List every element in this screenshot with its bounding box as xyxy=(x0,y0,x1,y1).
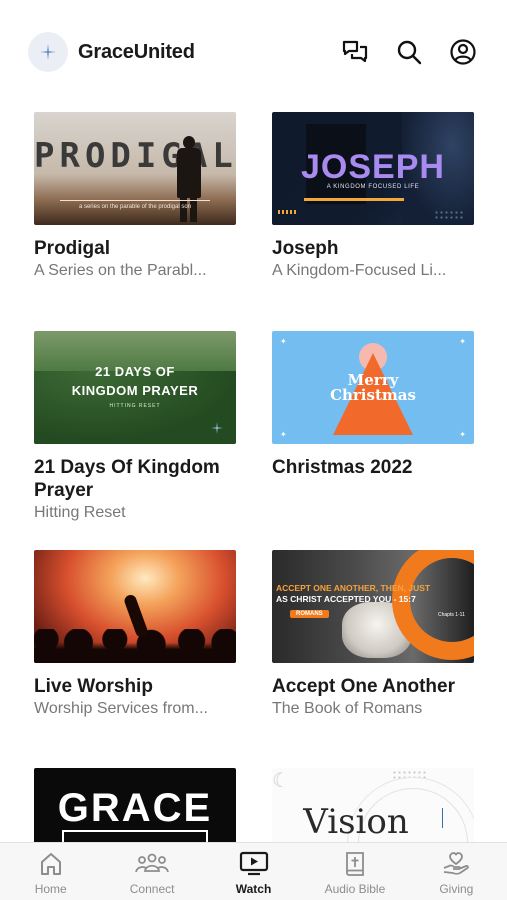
giving-icon xyxy=(443,852,470,875)
tab-label: Home xyxy=(34,882,67,896)
series-subtitle: A Series on the Parabl... xyxy=(34,262,207,279)
thumbnail-title-line-1: 21 DAYS OF xyxy=(95,364,175,379)
profile-icon[interactable] xyxy=(447,36,479,68)
home-icon xyxy=(40,853,61,875)
series-card-christmas[interactable]: Merry Christmas ✦ ✦ ✦ ✦ Christmas 2022 xyxy=(272,331,474,479)
bottom-tab-bar: Home Connect Watch Audio Bible Giving xyxy=(0,842,507,900)
thumbnail-caption: HITTING RESET xyxy=(109,403,161,409)
thumbnail-title-line-2: Christmas xyxy=(330,386,416,404)
cross-icon xyxy=(40,44,56,60)
tab-giving[interactable]: Giving xyxy=(406,843,507,900)
thumbnail-verse-line-2: AS CHRIST ACCEPTED YOU - 15:7 xyxy=(276,594,416,604)
series-thumbnail[interactable] xyxy=(34,550,236,663)
people-icon xyxy=(135,853,169,873)
series-thumbnail[interactable]: PRODIGAL a series on the parable of the … xyxy=(34,112,236,225)
search-icon[interactable] xyxy=(393,36,425,68)
tab-label: Giving xyxy=(439,882,474,896)
sparkle-icon: ✦ xyxy=(280,337,287,346)
series-title: Christmas 2022 xyxy=(272,457,413,478)
tab-label: Audio Bible xyxy=(324,882,386,896)
silhouette-figure xyxy=(174,136,204,224)
thumbnail-mark xyxy=(442,808,452,828)
thumbnail-caption: A KINGDOM FOCUSED LIFE xyxy=(326,184,420,190)
bible-icon xyxy=(346,852,364,876)
moon-icon: ☾ xyxy=(272,770,290,792)
tab-home[interactable]: Home xyxy=(0,843,101,900)
thumbnail-tag: ROMANS xyxy=(290,610,329,618)
series-title: Live Worship xyxy=(34,676,153,697)
series-thumbnail[interactable]: ACCEPT ONE ANOTHER, THEN, JUST AS CHRIST… xyxy=(272,550,474,663)
series-thumbnail[interactable]: 21 DAYS OF KINGDOM PRAYER HITTING RESET xyxy=(34,331,236,444)
thumbnail-title: JOSEPH xyxy=(301,148,445,186)
crowd-silhouette xyxy=(34,629,236,663)
tab-audio-bible[interactable]: Audio Bible xyxy=(304,843,405,900)
series-subtitle: The Book of Romans xyxy=(272,700,423,717)
series-card-live-worship[interactable]: Live Worship Worship Services from... xyxy=(34,550,236,719)
series-card-joseph[interactable]: JOSEPH A KINGDOM FOCUSED LIFE Joseph A K… xyxy=(272,112,474,281)
series-subtitle: Hitting Reset xyxy=(34,504,126,521)
series-card-accept-one-another[interactable]: ACCEPT ONE ANOTHER, THEN, JUST AS CHRIST… xyxy=(272,550,474,719)
sparkle-icon: ✦ xyxy=(459,430,466,439)
cross-icon xyxy=(211,422,223,434)
series-card-kingdom-prayer[interactable]: 21 DAYS OF KINGDOM PRAYER HITTING RESET … xyxy=(34,331,236,523)
thumbnail-accent-bar xyxy=(304,198,404,201)
series-title: Joseph xyxy=(272,238,339,259)
play-screen-icon xyxy=(239,851,268,876)
sparkle-icon: ✦ xyxy=(280,430,287,439)
thumbnail-verse-line-1: ACCEPT ONE ANOTHER, THEN, JUST xyxy=(276,583,431,593)
series-title: Accept One Another xyxy=(272,676,455,697)
series-title: Prodigal xyxy=(34,238,111,259)
tab-label: Watch xyxy=(235,882,272,896)
church-logo[interactable] xyxy=(28,32,68,72)
thumbnail-note: Chapts 1-11 xyxy=(438,612,465,618)
series-subtitle: A Kingdom-Focused Li... xyxy=(272,262,447,279)
header-actions xyxy=(339,36,479,68)
chat-icon[interactable] xyxy=(339,36,371,68)
thumbnail-dots xyxy=(434,210,464,220)
app-header: GraceUnited xyxy=(28,30,479,74)
thumbnail-caption: a series on the parable of the prodigal … xyxy=(78,204,192,210)
series-subtitle: Worship Services from... xyxy=(34,700,208,717)
series-card-prodigal[interactable]: PRODIGAL a series on the parable of the … xyxy=(34,112,236,281)
thumbnail-stripes xyxy=(278,210,298,214)
status-bar xyxy=(0,0,507,22)
thumbnail-title: GRACE xyxy=(57,786,213,830)
thumbnail-divider xyxy=(60,200,210,201)
series-thumbnail[interactable]: Merry Christmas ✦ ✦ ✦ ✦ xyxy=(272,331,474,444)
series-title: 21 Days Of Kingdom Prayer xyxy=(34,457,220,501)
series-thumbnail[interactable]: JOSEPH A KINGDOM FOCUSED LIFE xyxy=(272,112,474,225)
tab-watch[interactable]: Watch xyxy=(203,843,304,900)
sparkle-icon: ✦ xyxy=(459,337,466,346)
app-title: GraceUnited xyxy=(78,40,195,63)
tab-label: Connect xyxy=(129,882,175,896)
thumbnail-title-line-2: KINGDOM PRAYER xyxy=(71,383,199,398)
thumbnail-title: PRODIGAL xyxy=(34,136,236,176)
thumbnail-dots xyxy=(392,770,428,788)
tab-connect[interactable]: Connect xyxy=(101,843,202,900)
